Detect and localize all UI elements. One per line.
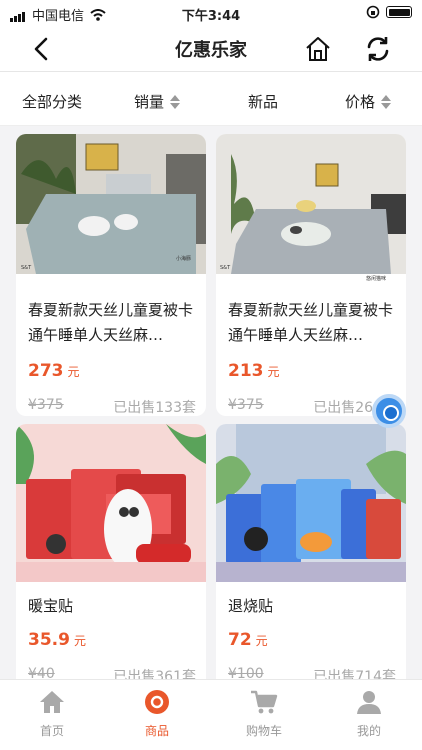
price-unit: 元 xyxy=(73,634,86,648)
tab-bar: 首页 商品 购物车 我的 xyxy=(0,679,422,750)
status-right xyxy=(366,5,412,19)
original-price: ¥375 xyxy=(28,397,64,413)
original-price: ¥100 xyxy=(228,666,264,679)
user-icon xyxy=(357,691,381,714)
filter-new[interactable]: 新品 xyxy=(248,91,278,112)
product-image: S&T 悠闲猫咪 xyxy=(216,134,406,284)
tab-home-label: 首页 xyxy=(39,724,64,738)
product-name: 退烧贴 xyxy=(228,597,274,615)
price-value: 35.9 xyxy=(28,630,70,650)
filter-new-label: 新品 xyxy=(248,93,279,111)
sort-icon xyxy=(170,94,181,109)
filter-all-label: 全部分类 xyxy=(22,93,83,111)
tab-profile[interactable]: 我的 xyxy=(329,688,409,739)
price-unit: 元 xyxy=(267,365,280,379)
price-unit: 元 xyxy=(67,365,80,379)
navigation-bar: 亿惠乐家 xyxy=(0,26,422,72)
svg-text:S&T: S&T xyxy=(220,265,231,271)
tab-cart-label: 购物车 xyxy=(245,724,282,738)
sold-count: 已出售361套 xyxy=(113,669,196,679)
sold-count: 已出售714套 xyxy=(313,669,396,679)
product-image xyxy=(16,424,206,582)
tab-products-label: 商品 xyxy=(144,724,169,738)
svg-text:悠闲猫咪: 悠闲猫咪 xyxy=(366,275,386,282)
filter-sales[interactable]: 销量 xyxy=(134,91,181,112)
sort-icon xyxy=(381,94,392,109)
products-icon xyxy=(145,690,169,714)
product-card[interactable]: S&T 悠闲猫咪 春夏新款天丝儿童夏被卡通午睡单人天丝麻… 213 元 ¥375 … xyxy=(216,134,406,416)
home-button[interactable] xyxy=(301,32,335,66)
svg-text:小海豚: 小海豚 xyxy=(176,255,191,262)
original-price: ¥375 xyxy=(228,397,264,413)
floating-button[interactable] xyxy=(372,394,406,428)
home-icon xyxy=(40,691,64,713)
product-image: S&T 小海豚 xyxy=(16,134,206,284)
product-name: 暖宝贴 xyxy=(28,597,74,615)
original-price: ¥40 xyxy=(28,666,55,679)
product-name: 春夏新款天丝儿童夏被卡通午睡单人天丝麻… xyxy=(228,301,394,344)
product-image xyxy=(216,424,406,582)
cart-icon xyxy=(251,690,278,714)
refresh-button[interactable] xyxy=(361,32,395,66)
price-value: 273 xyxy=(28,361,64,381)
product-card[interactable]: S&T 小海豚 春夏新款天丝儿童夏被卡通午睡单人天丝麻… 273 元 ¥375 已… xyxy=(16,134,206,416)
tab-profile-label: 我的 xyxy=(356,724,381,738)
product-price: 213 元 xyxy=(228,361,280,381)
filter-price-label: 价格 xyxy=(345,93,376,111)
product-card[interactable]: 暖宝贴 35.9 元 ¥40 已出售361套 xyxy=(16,424,206,679)
battery-icon xyxy=(386,6,412,18)
tab-home[interactable]: 首页 xyxy=(12,688,92,739)
price-value: 213 xyxy=(228,361,264,381)
product-price: 273 元 xyxy=(28,361,80,381)
sold-count: 已出售133套 xyxy=(113,400,196,416)
tab-products[interactable]: 商品 xyxy=(117,688,197,739)
price-value: 72 xyxy=(228,630,252,650)
refresh-icon xyxy=(367,37,389,61)
product-card[interactable]: 退烧贴 72 元 ¥100 已出售714套 xyxy=(216,424,406,679)
filter-bar: 全部分类 销量 新品 价格 xyxy=(0,74,422,126)
filter-sales-label: 销量 xyxy=(134,93,165,111)
svg-text:S&T: S&T xyxy=(21,265,32,271)
status-bar: 中国电信 下午3:44 xyxy=(0,0,422,26)
status-time: 下午3:44 xyxy=(181,9,241,24)
product-price: 72 元 xyxy=(228,630,268,650)
home-icon xyxy=(306,37,330,61)
product-price: 35.9 元 xyxy=(28,630,86,650)
tab-cart[interactable]: 购物车 xyxy=(224,688,304,739)
page-title: 亿惠乐家 xyxy=(175,40,247,61)
product-name: 春夏新款天丝儿童夏被卡通午睡单人天丝麻… xyxy=(28,301,194,344)
product-grid: S&T 小海豚 春夏新款天丝儿童夏被卡通午睡单人天丝麻… 273 元 ¥375 已… xyxy=(0,126,422,679)
filter-all-categories[interactable]: 全部分类 xyxy=(22,91,82,112)
filter-price[interactable]: 价格 xyxy=(345,91,392,112)
rotation-lock-icon xyxy=(366,5,380,19)
price-unit: 元 xyxy=(255,634,268,648)
